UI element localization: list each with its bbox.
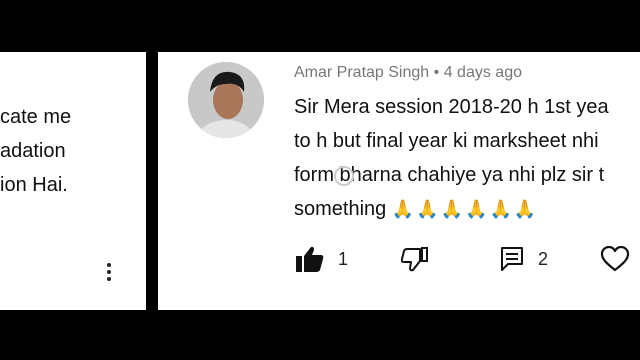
reply-button[interactable]: 2 [500, 244, 548, 274]
comment-byline: Amar Pratap Singh • 4 days ago [294, 64, 522, 82]
thumbs-down-icon [401, 247, 428, 272]
left-comment-line-3: ion Hai. [0, 174, 68, 196]
pray-emoji: 🙏🙏🙏🙏🙏🙏 [391, 199, 539, 219]
comment-card: Amar Pratap Singh • 4 days ago Sir Mera … [158, 52, 640, 310]
author-name[interactable]: Amar Pratap Singh [294, 64, 429, 81]
avatar[interactable] [188, 62, 264, 138]
byline-separator: • [433, 64, 440, 81]
left-comment-line-2: adation [0, 140, 66, 162]
more-vertical-icon[interactable] [100, 260, 118, 290]
comment-line-1: Sir Mera session 2018-20 h 1st yea [294, 96, 609, 118]
loading-spinner-icon [334, 166, 354, 186]
comment-line-4-text: something [294, 198, 387, 220]
left-comment-line-1: cate me [0, 106, 72, 128]
heart-icon [600, 246, 630, 272]
reply-count: 2 [538, 248, 549, 269]
like-count: 1 [338, 248, 349, 269]
comment-time: 4 days ago [443, 64, 522, 81]
comment-line-4: something 🙏🙏🙏🙏🙏🙏 [294, 198, 538, 221]
like-button[interactable]: 1 [296, 244, 348, 274]
dislike-button[interactable] [401, 244, 429, 274]
heart-button[interactable] [600, 244, 630, 274]
reply-comment-icon [501, 247, 523, 271]
left-comment-card: cate me adation ion Hai. [0, 52, 146, 310]
thumbs-up-icon [296, 246, 324, 272]
comment-line-2: to h but final year ki marksheet nhi [294, 130, 599, 152]
